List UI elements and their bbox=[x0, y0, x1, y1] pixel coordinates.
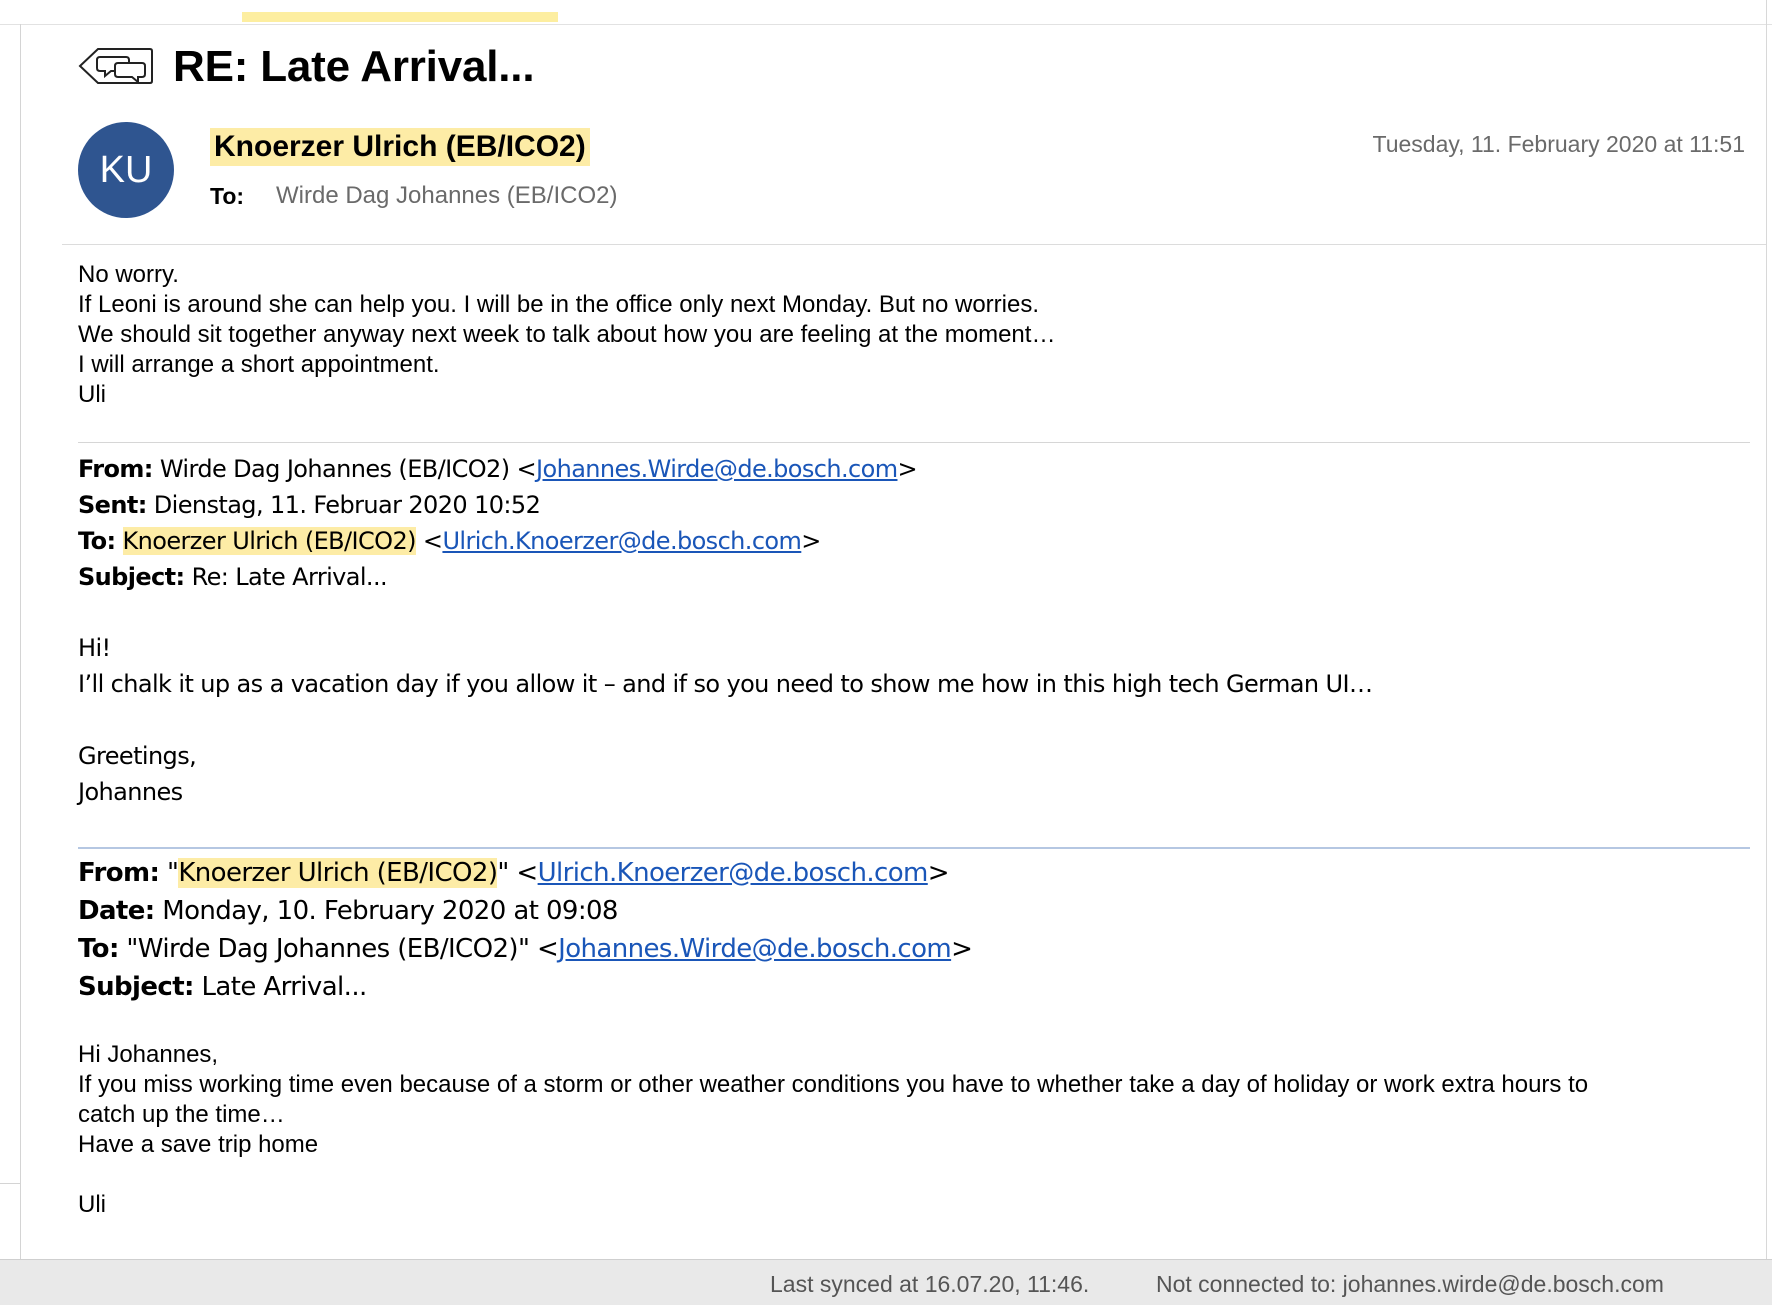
top-strip-highlight bbox=[242, 12, 558, 22]
quote2-greeting: Hi Johannes, bbox=[78, 1041, 219, 1068]
quote2-from: From: "Knoerzer Ulrich (EB/ICO2)" <Ulric… bbox=[78, 858, 950, 888]
reply-line: I will arrange a short appointment. bbox=[78, 351, 440, 378]
right-edge bbox=[1766, 0, 1767, 1259]
quote2-to: To: "Wirde Dag Johannes (EB/ICO2)" <Joha… bbox=[78, 934, 973, 964]
quote-divider-blue bbox=[78, 847, 1750, 849]
quote1-greeting: Hi! bbox=[78, 634, 111, 662]
sender-name[interactable]: Knoerzer Ulrich (EB/ICO2) bbox=[210, 128, 590, 166]
reply-line: Uli bbox=[78, 381, 106, 408]
quote2-line: Have a save trip home bbox=[78, 1131, 319, 1158]
quote1-closing: Greetings, bbox=[78, 742, 197, 770]
reply-line: If Leoni is around she can help you. I w… bbox=[78, 291, 1039, 318]
top-strip bbox=[0, 0, 1772, 25]
quote-divider bbox=[78, 442, 1750, 443]
reply-body: No worry. If Leoni is around she can hel… bbox=[78, 260, 1055, 410]
reply-line: We should sit together anyway next week … bbox=[78, 321, 1056, 348]
reply-line: No worry. bbox=[78, 261, 179, 288]
quote2-subject: Subject: Late Arrival... bbox=[78, 972, 367, 1002]
to-recipient[interactable]: Wirde Dag Johannes (EB/ICO2) bbox=[276, 182, 617, 210]
quote2-signature: Uli bbox=[78, 1191, 106, 1218]
to-label: To: bbox=[210, 183, 245, 209]
left-pane-line bbox=[0, 1183, 20, 1184]
quote2-line: If you miss working time even because of… bbox=[78, 1071, 1589, 1098]
sync-status: Last synced at 16.07.20, 11:46. bbox=[770, 1271, 1090, 1297]
message-subject: RE: Late Arrival... bbox=[173, 42, 535, 91]
quote1-sent: Sent: Dienstag, 11. Februar 2020 10:52 bbox=[78, 491, 541, 519]
email-link[interactable]: Ulrich.Knoerzer@de.bosch.com bbox=[538, 858, 929, 888]
status-bar: Last synced at 16.07.20, 11:46. Not conn… bbox=[0, 1259, 1772, 1305]
quote2-body: Hi Johannes, If you miss working time ev… bbox=[78, 1040, 1588, 1220]
quote1-to: To: Knoerzer Ulrich (EB/ICO2) <Ulrich.Kn… bbox=[78, 527, 821, 555]
avatar[interactable]: KU bbox=[78, 122, 174, 218]
quote2-date: Date: Monday, 10. February 2020 at 09:08 bbox=[78, 896, 618, 926]
email-link[interactable]: Ulrich.Knoerzer@de.bosch.com bbox=[442, 527, 801, 555]
quote1-signature: Johannes bbox=[78, 778, 183, 806]
email-link[interactable]: Johannes.Wirde@de.bosch.com bbox=[558, 934, 952, 964]
message-timestamp: Tuesday, 11. February 2020 at 11:51 bbox=[1372, 131, 1746, 157]
header-divider bbox=[62, 244, 1766, 245]
quote1-line: I’ll chalk it up as a vacation day if yo… bbox=[78, 670, 1373, 698]
email-link[interactable]: Johannes.Wirde@de.bosch.com bbox=[536, 455, 898, 483]
quote1-subject: Subject: Re: Late Arrival... bbox=[78, 563, 388, 591]
left-pane-divider[interactable] bbox=[20, 24, 21, 1259]
quote2-line: catch up the time… bbox=[78, 1101, 285, 1128]
connection-status: Not connected to: johannes.wirde@de.bosc… bbox=[1156, 1271, 1664, 1297]
reply-all-icon[interactable] bbox=[78, 45, 154, 87]
quote1-from: From: Wirde Dag Johannes (EB/ICO2) <Joha… bbox=[78, 455, 918, 483]
